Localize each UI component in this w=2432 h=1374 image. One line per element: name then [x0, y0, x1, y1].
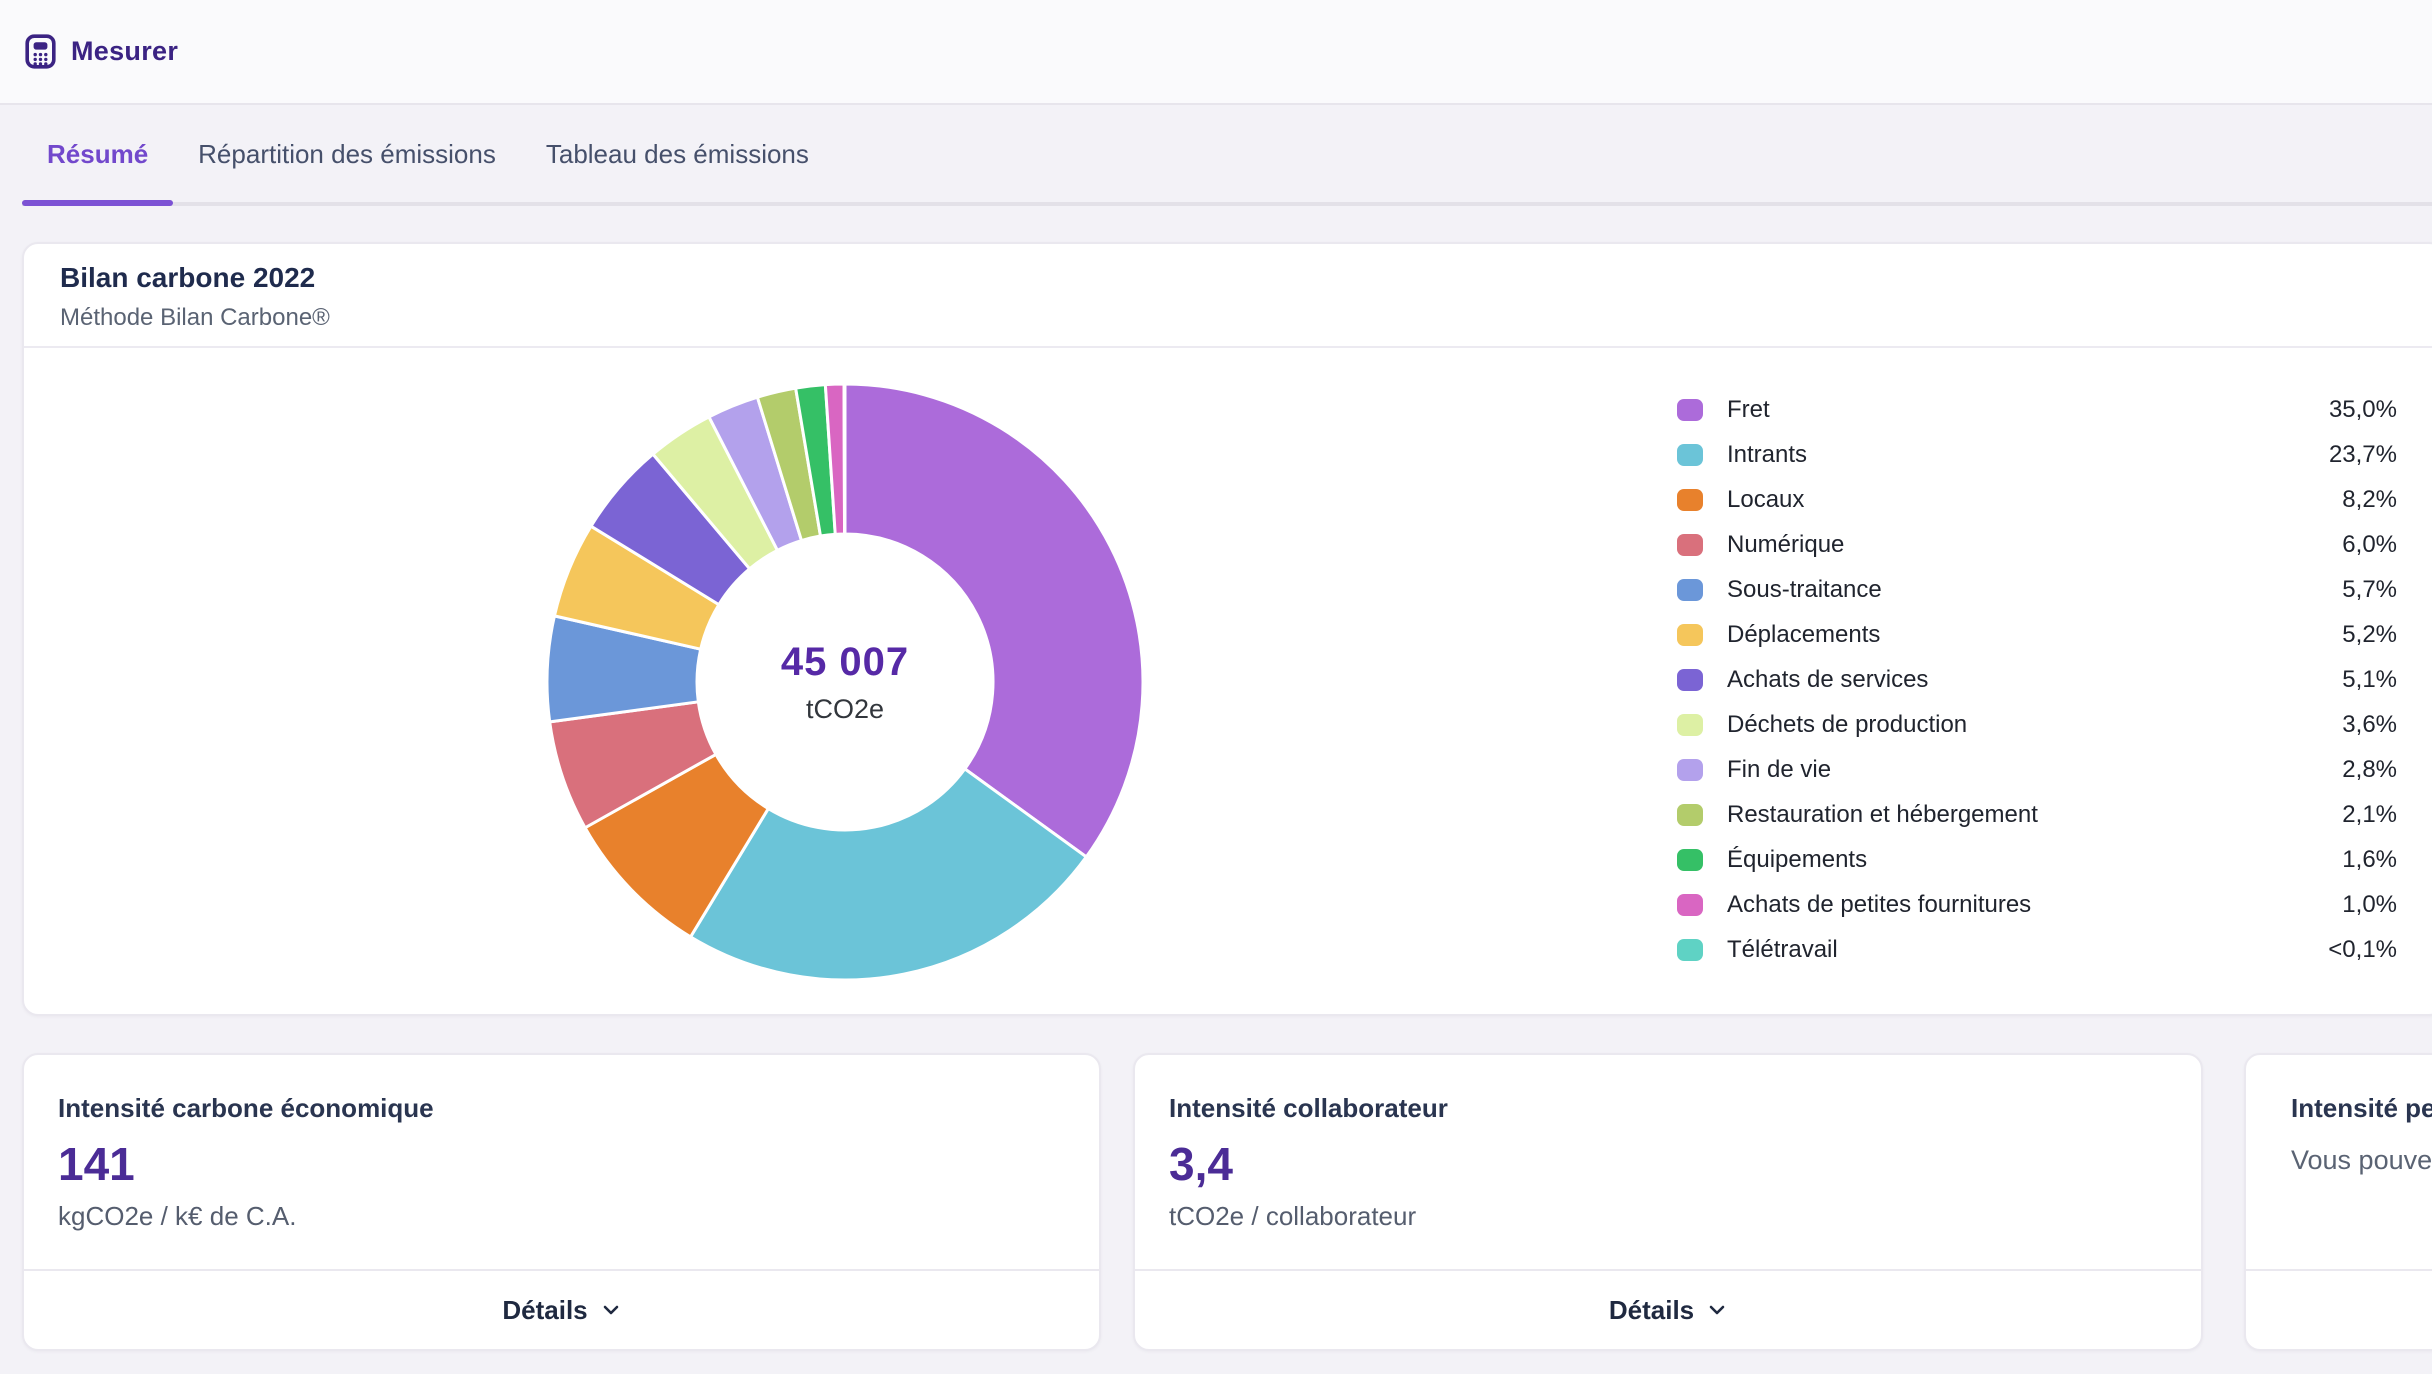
legend-item-achats-de-petites-fournitures: Achats de petites fournitures 1,0%: [1677, 891, 2397, 919]
kpi-description: Vous pouvez c: [2291, 1145, 2432, 1176]
legend-percentage: 5,1%: [2342, 666, 2397, 694]
legend-percentage: 5,2%: [2342, 621, 2397, 649]
legend-swatch-equipements: [1677, 849, 1703, 871]
legend-item-fret: Fret 35,0%: [1677, 396, 2397, 424]
summary-card-divider: [24, 346, 2432, 348]
legend-item-deplacements: Déplacements 5,2%: [1677, 621, 2397, 649]
legend-swatch-deplacements: [1677, 624, 1703, 646]
tab-repartition-des-emissions[interactable]: Répartition des émissions: [173, 107, 521, 202]
page-title: Mesurer: [71, 36, 178, 67]
kpi-value: 3,4: [1169, 1137, 1233, 1191]
legend-label: Achats de petites fournitures: [1727, 891, 2031, 919]
summary-card-title: Bilan carbone 2022: [60, 262, 2407, 294]
kpi-footer: Détails: [1135, 1269, 2201, 1349]
kpi-title: Intensité collaborateur: [1169, 1093, 1448, 1124]
chevron-down-icon: [1707, 1300, 1727, 1320]
tab-resume[interactable]: Résumé: [22, 107, 173, 202]
legend-swatch-fret: [1677, 399, 1703, 421]
kpi-card-economic-intensity: Intensité carbone économique 141 kgCO2e …: [22, 1053, 1101, 1351]
legend-percentage: 35,0%: [2329, 396, 2397, 424]
legend-label: Intrants: [1727, 441, 1807, 469]
legend-swatch-locaux: [1677, 489, 1703, 511]
legend-item-restauration-et-hebergement: Restauration et hébergement 2,1%: [1677, 801, 2397, 829]
legend-item-numerique: Numérique 6,0%: [1677, 531, 2397, 559]
details-label: Détails: [502, 1295, 587, 1326]
donut-slice-teletravail[interactable]: [844, 384, 845, 534]
kpi-card-employee-intensity: Intensité collaborateur 3,4 tCO2e / coll…: [1133, 1053, 2203, 1351]
chart-legend: Fret 35,0% Intrants 23,7% Locaux 8,2% Numériqu…: [1677, 396, 2397, 964]
legend-swatch-achats-de-services: [1677, 669, 1703, 691]
legend-label: Fret: [1727, 396, 1770, 424]
legend-percentage: 2,8%: [2342, 756, 2397, 784]
kpi-footer: [2246, 1269, 2432, 1349]
calculator-icon: [25, 34, 56, 69]
kpi-title: Intensité per: [2291, 1093, 2432, 1124]
kpi-title: Intensité carbone économique: [58, 1093, 434, 1124]
legend-percentage: <0,1%: [2328, 936, 2397, 964]
legend-label: Restauration et hébergement: [1727, 801, 2038, 829]
legend-item-equipements: Équipements 1,6%: [1677, 846, 2397, 874]
legend-label: Télétravail: [1727, 936, 1838, 964]
legend-label: Déplacements: [1727, 621, 1880, 649]
details-button-employee[interactable]: Détails: [1603, 1294, 1733, 1327]
legend-swatch-fin-de-vie: [1677, 759, 1703, 781]
carbon-summary-card: Bilan carbone 2022 Méthode Bilan Carbone…: [22, 242, 2432, 1016]
legend-item-sous-traitance: Sous-traitance 5,7%: [1677, 576, 2397, 604]
legend-item-intrants: Intrants 23,7%: [1677, 441, 2397, 469]
legend-label: Sous-traitance: [1727, 576, 1882, 604]
tab-resume-label: Résumé: [47, 139, 148, 170]
legend-percentage: 2,1%: [2342, 801, 2397, 829]
legend-item-locaux: Locaux 8,2%: [1677, 486, 2397, 514]
donut-slice-fret[interactable]: [845, 384, 1143, 857]
legend-swatch-teletravail: [1677, 939, 1703, 961]
summary-card-header: Bilan carbone 2022 Méthode Bilan Carbone…: [24, 244, 2432, 332]
legend-swatch-dechets-de-production: [1677, 714, 1703, 736]
tab-tableau-des-emissions[interactable]: Tableau des émissions: [521, 107, 834, 202]
kpi-card-custom-intensity: Intensité per Vous pouvez c: [2244, 1053, 2432, 1351]
legend-percentage: 3,6%: [2342, 711, 2397, 739]
donut-chart: 45 007 tCO2e: [535, 372, 1155, 992]
donut-chart-svg: [535, 372, 1155, 992]
summary-card-subtitle: Méthode Bilan Carbone®: [60, 304, 2407, 332]
legend-swatch-sous-traitance: [1677, 579, 1703, 601]
legend-label: Déchets de production: [1727, 711, 1967, 739]
app-header: Mesurer: [0, 0, 2432, 105]
legend-swatch-intrants: [1677, 444, 1703, 466]
legend-label: Équipements: [1727, 846, 1867, 874]
legend-percentage: 8,2%: [2342, 486, 2397, 514]
kpi-value: 141: [58, 1137, 135, 1191]
kpi-footer: Détails: [24, 1269, 1099, 1349]
details-label: Détails: [1609, 1295, 1694, 1326]
legend-label: Locaux: [1727, 486, 1804, 514]
legend-percentage: 6,0%: [2342, 531, 2397, 559]
tab-repartition-label: Répartition des émissions: [198, 139, 496, 170]
legend-swatch-achats-de-petites-fournitures: [1677, 894, 1703, 916]
tab-bar: Résumé Répartition des émissions Tableau…: [22, 107, 2432, 206]
legend-percentage: 5,7%: [2342, 576, 2397, 604]
legend-label: Numérique: [1727, 531, 1844, 559]
legend-item-fin-de-vie: Fin de vie 2,8%: [1677, 756, 2397, 784]
chevron-down-icon: [601, 1300, 621, 1320]
tab-tableau-label: Tableau des émissions: [546, 139, 809, 170]
legend-item-teletravail: Télétravail <0,1%: [1677, 936, 2397, 964]
kpi-unit: kgCO2e / k€ de C.A.: [58, 1201, 296, 1232]
legend-item-dechets-de-production: Déchets de production 3,6%: [1677, 711, 2397, 739]
legend-percentage: 1,0%: [2342, 891, 2397, 919]
legend-label: Fin de vie: [1727, 756, 1831, 784]
kpi-unit: tCO2e / collaborateur: [1169, 1201, 1416, 1232]
legend-item-achats-de-services: Achats de services 5,1%: [1677, 666, 2397, 694]
legend-swatch-numerique: [1677, 534, 1703, 556]
legend-percentage: 23,7%: [2329, 441, 2397, 469]
legend-swatch-restauration-et-hebergement: [1677, 804, 1703, 826]
details-button-economic[interactable]: Détails: [496, 1294, 626, 1327]
legend-percentage: 1,6%: [2342, 846, 2397, 874]
legend-label: Achats de services: [1727, 666, 1928, 694]
